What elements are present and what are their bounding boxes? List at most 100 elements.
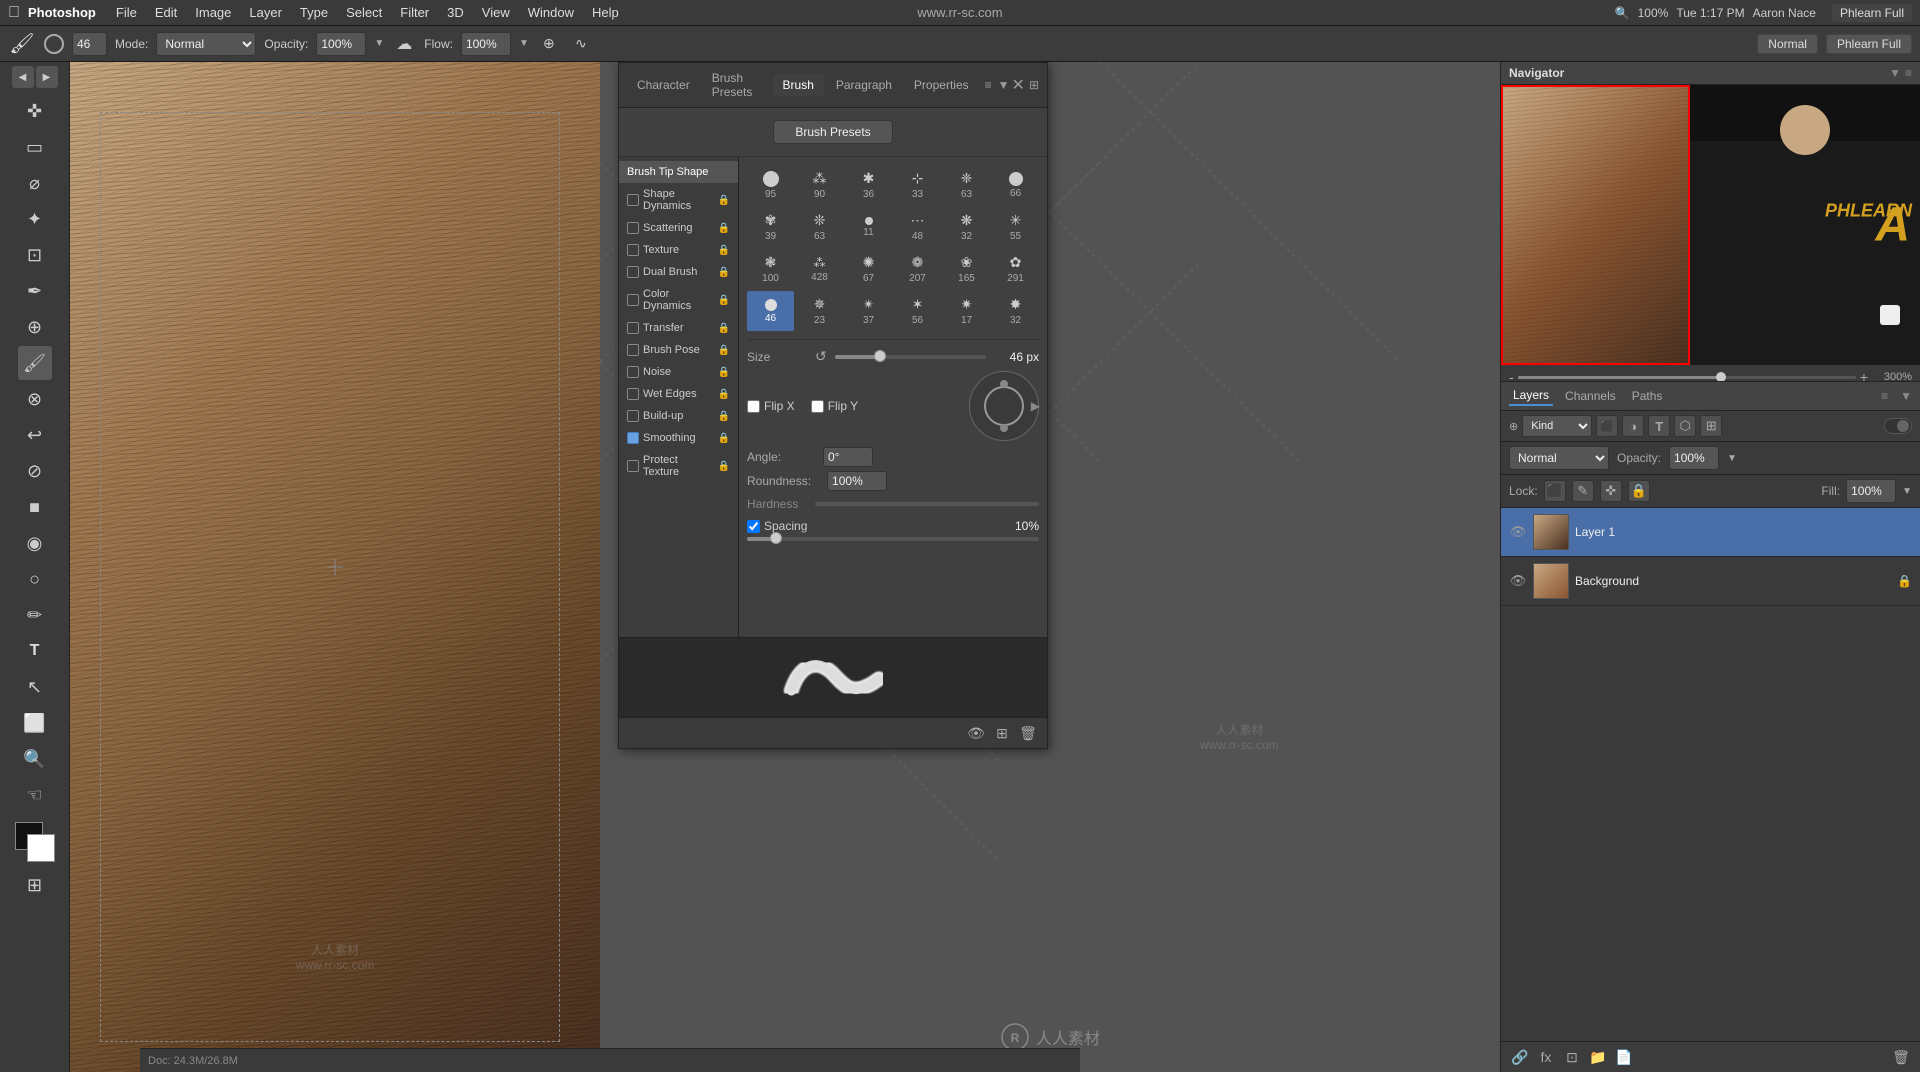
brush-tool-icon[interactable]: 🖌 (8, 30, 36, 58)
brush-cell-39[interactable]: ✾ 39 (747, 207, 794, 247)
layer1-eye[interactable]: 👁 (1509, 523, 1527, 541)
menu-item-file[interactable]: File (108, 3, 145, 22)
size-slider-thumb[interactable] (874, 350, 886, 362)
new-layer-btn[interactable]: 📄 (1613, 1046, 1635, 1068)
lock-paint-btn[interactable]: ✎ (1572, 480, 1594, 502)
menu-item-window[interactable]: Window (520, 3, 582, 22)
filter-icon-smart[interactable]: ⊞ (1700, 415, 1722, 437)
brush-cell-90[interactable]: ⁂ 90 (796, 165, 843, 205)
tab-paragraph[interactable]: Paragraph (826, 74, 902, 96)
filter-icon-shape[interactable]: ⬡ (1674, 415, 1696, 437)
delete-layer-btn[interactable]: 🗑 (1890, 1046, 1912, 1068)
add-mask-btn[interactable]: ⊡ (1561, 1046, 1583, 1068)
tab-channels[interactable]: Channels (1561, 387, 1620, 405)
shape-tool[interactable]: ⬜ (18, 706, 52, 740)
brush-cell-95[interactable]: 95 (747, 165, 794, 205)
tab-character[interactable]: Character (627, 74, 700, 96)
brush-cell-37[interactable]: ✴ 37 (845, 291, 892, 331)
dodge-tool[interactable]: ○ (18, 562, 52, 596)
nav-item-dual-brush[interactable]: Dual Brush 🔒 (619, 261, 738, 283)
wet-edges-cb[interactable] (627, 388, 639, 400)
quick-mask-btn[interactable]: ⊞ (18, 868, 52, 902)
panel-menu-icon[interactable]: ≡ (985, 78, 992, 92)
opacity-value-layers[interactable] (1669, 446, 1719, 470)
brush-cell-48[interactable]: ⋯ 48 (894, 207, 941, 247)
brush-tool[interactable]: 🖌 (18, 346, 52, 380)
nav-item-scattering[interactable]: Scattering 🔒 (619, 217, 738, 239)
transfer-cb[interactable] (627, 322, 639, 334)
nav-item-buildup[interactable]: Build-up 🔒 (619, 405, 738, 427)
history-brush-tool[interactable]: ↩ (18, 418, 52, 452)
brush-cell-291[interactable]: ✿ 291 (992, 249, 1039, 289)
roundness-input[interactable] (827, 471, 887, 491)
navigator-content[interactable]: PHLEARN A (1501, 85, 1920, 365)
crop-tool[interactable]: ⊡ (18, 238, 52, 272)
navigator-menu-btn[interactable]: ≡ (1905, 66, 1912, 80)
magic-wand-tool[interactable]: ✦ (18, 202, 52, 236)
brush-size-input[interactable] (72, 32, 107, 56)
lock-all-btn[interactable]: 🔒 (1628, 480, 1650, 502)
canvas-area[interactable]: 人人素材www.rr-sc.com 人人素材w (70, 62, 1500, 1072)
spacing-slider[interactable] (747, 537, 1039, 541)
flip-y-checkbox[interactable] (811, 400, 824, 413)
toolbar-expand-btn[interactable]: ▶ (36, 66, 58, 88)
color-swatches[interactable] (15, 822, 55, 862)
mode-select[interactable]: Normal Multiply Screen (156, 32, 256, 56)
nav-item-smoothing[interactable]: Smoothing 🔒 (619, 427, 738, 449)
dual-brush-cb[interactable] (627, 266, 639, 278)
background-eye[interactable]: 👁 (1509, 572, 1527, 590)
opacity-chevron-layers[interactable]: ▼ (1727, 453, 1737, 464)
opacity-chevron[interactable]: ▼ (374, 38, 384, 49)
brush-cell-207[interactable]: ❁ 207 (894, 249, 941, 289)
brush-cell-32b[interactable]: ✸ 32 (992, 291, 1039, 331)
tab-brush-presets[interactable]: Brush Presets (702, 67, 771, 103)
brush-cell-32[interactable]: ❋ 32 (943, 207, 990, 247)
move-tool[interactable]: ✜ (18, 94, 52, 128)
filter-icon-pixel[interactable]: ⬛ (1596, 415, 1618, 437)
spacing-checkbox[interactable] (747, 520, 760, 533)
zoom-in-btn[interactable]: + (1860, 369, 1868, 382)
zoom-slider[interactable] (1518, 376, 1856, 379)
navigator-collapse-btn[interactable]: ▼ (1889, 66, 1901, 80)
spacing-thumb[interactable] (770, 532, 782, 544)
pen-tool[interactable]: ✏ (18, 598, 52, 632)
nav-item-color-dynamics[interactable]: Color Dynamics 🔒 (619, 283, 738, 317)
tab-brush[interactable]: Brush (773, 74, 824, 96)
nav-item-noise[interactable]: Noise 🔒 (619, 361, 738, 383)
layers-menu-btn[interactable]: ≡ (1881, 389, 1888, 403)
pressure-btn[interactable]: ⊕ (537, 32, 561, 56)
lock-transparent-btn[interactable]: ⬛ (1544, 480, 1566, 502)
brush-cell-17[interactable]: ✷ 17 (943, 291, 990, 331)
flow-chevron[interactable]: ▼ (519, 38, 529, 49)
filter-icon-adjust[interactable]: ◑ (1622, 415, 1644, 437)
select-marquee-tool[interactable]: ▭ (18, 130, 52, 164)
zoom-tool[interactable]: 🔍 (18, 742, 52, 776)
nav-item-protect-texture[interactable]: Protect Texture 🔒 (619, 449, 738, 483)
brush-cell-23[interactable]: ✵ 23 (796, 291, 843, 331)
filter-toggle[interactable] (1884, 418, 1912, 434)
brush-presets-btn[interactable]: Brush Presets (773, 120, 893, 144)
smoothing-btn[interactable]: ∿ (569, 32, 593, 56)
zoom-thumb[interactable] (1716, 372, 1726, 382)
nav-item-transfer[interactable]: Transfer 🔒 (619, 317, 738, 339)
hand-tool[interactable]: ☜ (18, 778, 52, 812)
footer-visibility-icon[interactable]: 👁 (965, 722, 987, 744)
smoothing-cb[interactable] (627, 432, 639, 444)
flow-input[interactable] (461, 32, 511, 56)
brush-cell-36[interactable]: ✱ 36 (845, 165, 892, 205)
layer-row-layer1[interactable]: 👁 Layer 1 (1501, 508, 1920, 557)
opacity-input[interactable] (316, 32, 366, 56)
nav-item-brush-tip[interactable]: Brush Tip Shape (619, 161, 738, 183)
clone-stamp-tool[interactable]: ⊗ (18, 382, 52, 416)
nav-item-shape-dynamics[interactable]: Shape Dynamics 🔒 (619, 183, 738, 217)
panel-close-btn[interactable]: ✕ (1012, 75, 1025, 95)
brush-cell-63b[interactable]: ❊ 63 (796, 207, 843, 247)
filter-icon-type[interactable]: T (1648, 415, 1670, 437)
menu-item-type[interactable]: Type (292, 3, 336, 22)
tab-layers[interactable]: Layers (1509, 386, 1553, 406)
menu-item-image[interactable]: Image (187, 3, 239, 22)
brush-cell-67[interactable]: ✺ 67 (845, 249, 892, 289)
fill-value[interactable] (1846, 479, 1896, 503)
type-tool[interactable]: T (18, 634, 52, 668)
lock-position-btn[interactable]: ✜ (1600, 480, 1622, 502)
